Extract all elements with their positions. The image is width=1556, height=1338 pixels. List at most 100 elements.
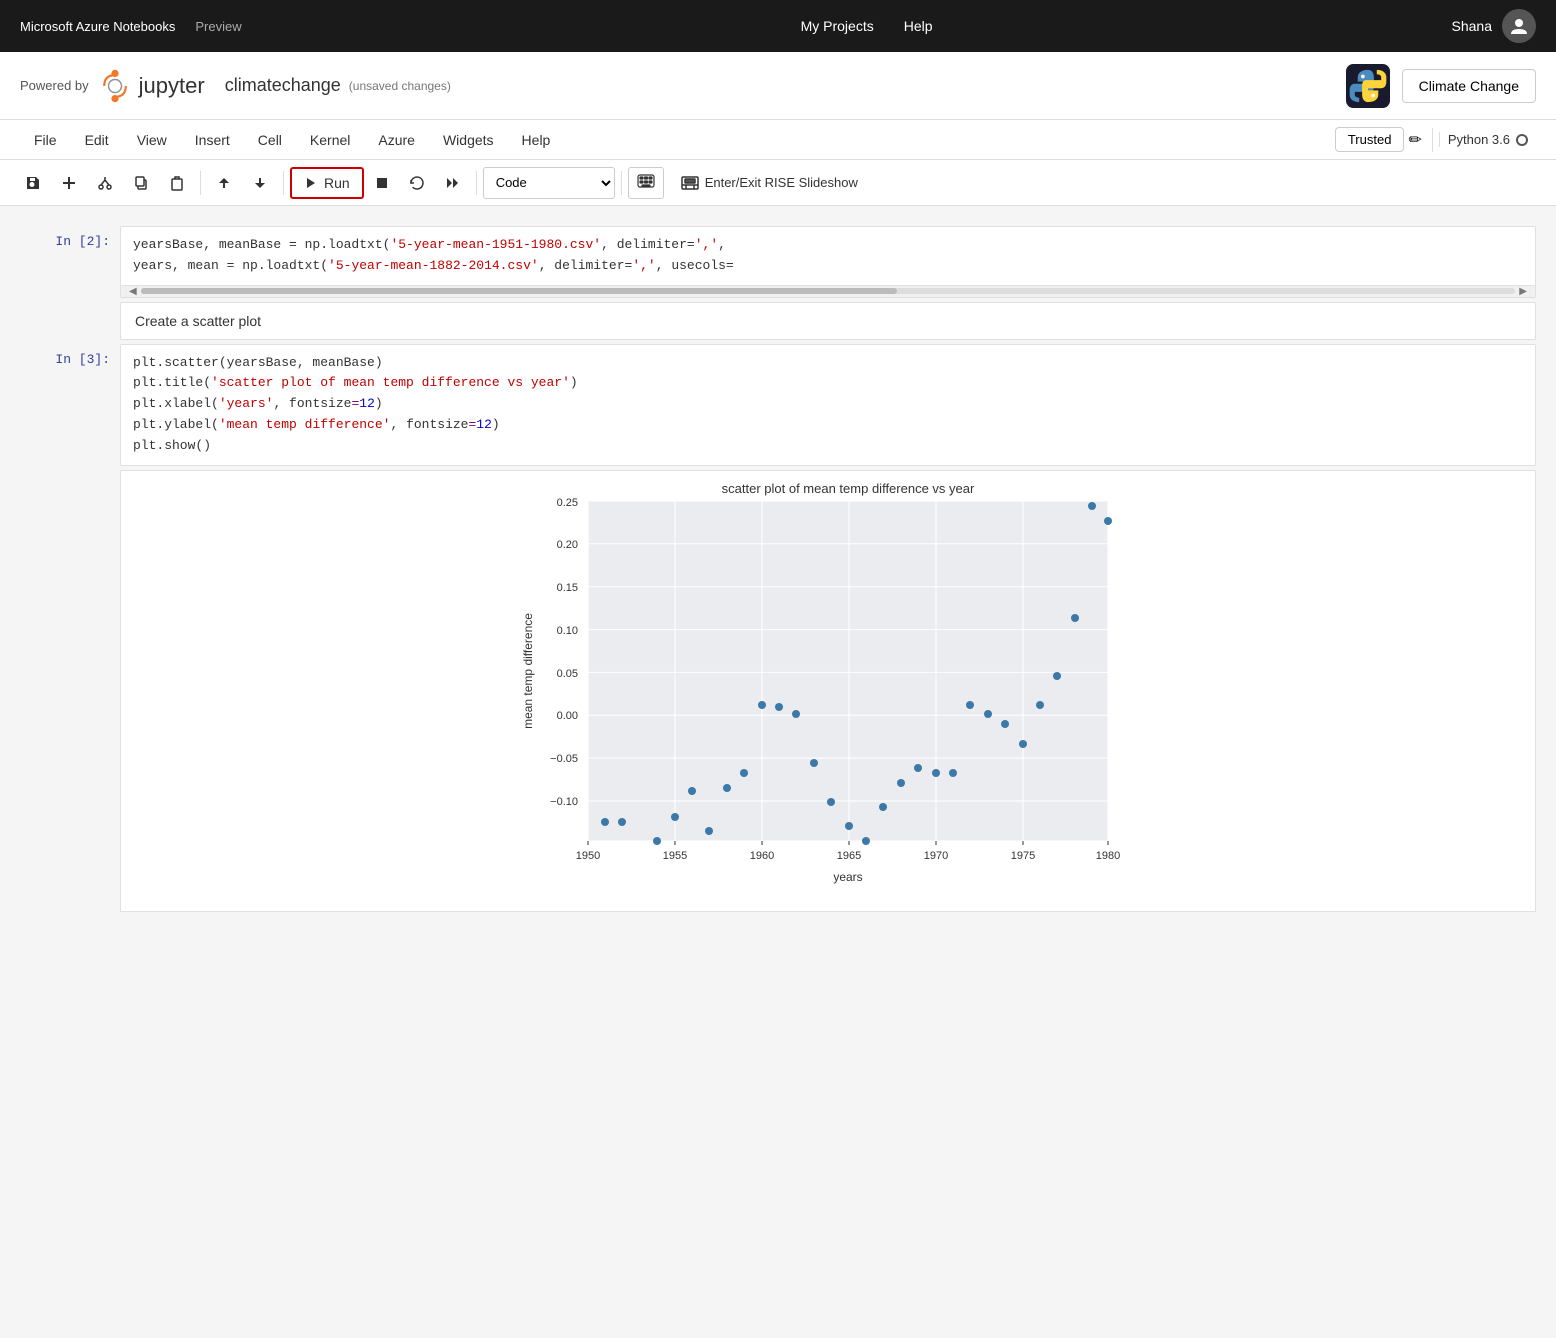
svg-text:1970: 1970 [924,850,948,862]
preview-label: Preview [195,19,241,34]
svg-text:0.15: 0.15 [557,582,578,594]
menu-cell[interactable]: Cell [244,124,296,156]
cell-type-select[interactable]: Code Markdown Raw NBConvert [483,167,615,199]
point-4 [671,813,679,821]
svg-text:0.10: 0.10 [557,625,578,637]
point-7 [723,784,731,792]
cell-2-scrollbar[interactable]: ◀ ▶ [121,285,1535,297]
menu-divider [1432,128,1433,152]
username: Shana [1452,18,1492,34]
svg-text:scatter plot of mean temp diff: scatter plot of mean temp difference vs … [722,481,975,496]
scroll-right-arrow[interactable]: ▶ [1515,286,1531,297]
menu-bar: File Edit View Insert Cell Kernel Azure … [0,120,1556,160]
fast-forward-button[interactable] [436,167,470,199]
notebook-title: climatechange [225,75,341,96]
plot-output: 0.25 0.20 0.15 0.10 0.05 0.00 −0.05 −0.1… [120,470,1536,912]
code-line-3-2: plt.title('scatter plot of mean temp dif… [133,373,1523,394]
scatter-chart: 0.25 0.20 0.15 0.10 0.05 0.00 −0.05 −0.1… [518,481,1138,901]
menu-view[interactable]: View [123,124,181,156]
point-5 [688,787,696,795]
avatar[interactable] [1502,9,1536,43]
scroll-thumb [141,288,897,294]
brand-name: Microsoft Azure Notebooks [20,19,175,34]
code-line-3-3: plt.xlabel('years', fontsize=12) [133,394,1523,415]
stop-button[interactable] [366,167,398,199]
user-section: Shana [1452,9,1536,43]
header-right: Climate Change [1346,64,1536,108]
cell-2-code[interactable]: yearsBase, meanBase = np.loadtxt('5-year… [120,226,1536,298]
move-down-button[interactable] [243,167,277,199]
keyboard-shortcuts-button[interactable] [628,167,664,199]
trusted-button[interactable]: Trusted [1335,127,1405,152]
kernel-info-text: Python 3.6 [1448,132,1510,147]
point-25 [1036,701,1044,709]
menu-insert[interactable]: Insert [181,124,244,156]
cell-2-body: yearsBase, meanBase = np.loadtxt('5-year… [121,227,1535,285]
svg-text:0.20: 0.20 [557,539,578,551]
point-17 [897,779,905,787]
scroll-track[interactable] [141,288,1516,294]
point-27 [1071,614,1079,622]
kernel-name-button[interactable]: Climate Change [1402,69,1536,103]
cut-button[interactable] [88,167,122,199]
svg-text:0.00: 0.00 [557,710,578,722]
svg-text:1955: 1955 [663,850,687,862]
toolbar-sep-3 [476,171,477,195]
top-nav-links: My Projects Help [282,18,1452,34]
jupyter-logo: jupyter [97,68,205,104]
point-24 [1019,740,1027,748]
point-20 [949,769,957,777]
point-10 [775,703,783,711]
svg-text:−0.05: −0.05 [550,753,578,765]
copy-button[interactable] [124,167,158,199]
point-29 [1104,517,1112,525]
svg-text:1965: 1965 [837,850,861,862]
svg-text:mean temp difference: mean temp difference [521,612,535,728]
svg-text:1975: 1975 [1011,850,1035,862]
point-19 [932,769,940,777]
menu-file[interactable]: File [20,124,71,156]
save-button[interactable] [16,167,50,199]
point-16 [879,803,887,811]
rise-slideshow-button[interactable]: Enter/Exit RISE Slideshow [670,167,869,199]
point-18 [914,764,922,772]
menu-edit[interactable]: Edit [71,124,123,156]
menu-azure[interactable]: Azure [364,124,429,156]
code-line-3-1: plt.scatter(yearsBase, meanBase) [133,353,1523,374]
point-9 [758,701,766,709]
point-8 [740,769,748,777]
scroll-left-arrow[interactable]: ◀ [125,286,141,297]
kernel-info: Python 3.6 [1439,132,1536,147]
my-projects-link[interactable]: My Projects [801,18,874,34]
cell-markdown: Create a scatter plot [0,302,1556,340]
jupyter-text: jupyter [139,73,205,99]
edit-pencil-button[interactable]: ✏ [1408,130,1421,150]
menu-widgets[interactable]: Widgets [429,124,508,156]
paste-button[interactable] [160,167,194,199]
menu-kernel[interactable]: Kernel [296,124,364,156]
code-line-3-4: plt.ylabel('mean temp difference', fonts… [133,415,1523,436]
point-1 [601,818,609,826]
code-line-2: years, mean = np.loadtxt('5-year-mean-18… [133,256,1523,277]
menu-help[interactable]: Help [508,124,565,156]
point-13 [827,798,835,806]
help-link[interactable]: Help [904,18,933,34]
point-28 [1088,502,1096,510]
code-line-1: yearsBase, meanBase = np.loadtxt('5-year… [133,235,1523,256]
cell-markdown-body[interactable]: Create a scatter plot [120,302,1536,340]
toolbar-sep-4 [621,171,622,195]
unsaved-label: (unsaved changes) [349,79,451,93]
run-button[interactable]: Run [290,167,364,199]
cell-3-code[interactable]: plt.scatter(yearsBase, meanBase) plt.tit… [120,344,1536,466]
add-cell-button[interactable] [52,167,86,199]
svg-text:0.25: 0.25 [557,497,578,509]
restart-button[interactable] [400,167,434,199]
point-14 [845,822,853,830]
move-up-button[interactable] [207,167,241,199]
header-bar: Powered by jupyter climatechange (unsave… [0,52,1556,120]
svg-text:1980: 1980 [1096,850,1120,862]
point-11 [792,710,800,718]
point-23 [1001,720,1009,728]
jupyter-logo-icon [97,68,133,104]
rise-label: Enter/Exit RISE Slideshow [705,175,858,190]
